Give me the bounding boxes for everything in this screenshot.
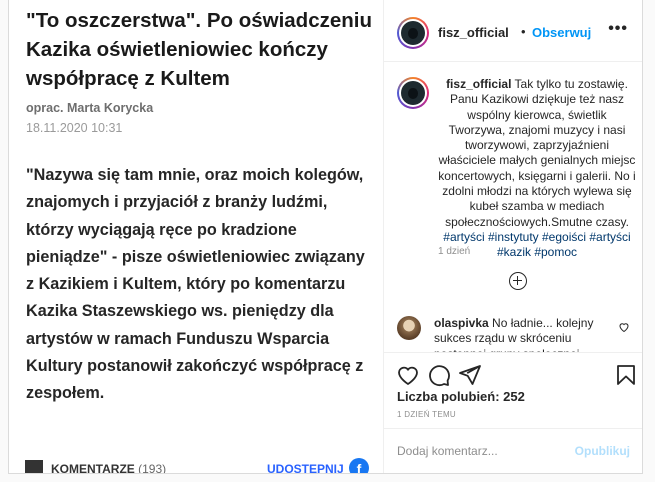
comment-icon[interactable] — [427, 363, 451, 387]
share-icon[interactable] — [458, 363, 482, 387]
article-comments-count: (193) — [138, 462, 167, 473]
post-actions: Liczba polubień: 252 1 DZIEŃ TEMU — [384, 352, 642, 432]
article-footer: KOMENTARZE (193) UDOSTĘPNIJ f — [23, 458, 383, 473]
header-separator: • — [521, 24, 526, 39]
caption-avatar[interactable] — [397, 77, 429, 109]
article-title: "To oszczerstwa". Po oświadczeniu Kazika… — [26, 9, 372, 90]
article-comments: KOMENTARZE (193) — [51, 462, 166, 473]
comment-input[interactable]: Dodaj komentarz... — [397, 444, 498, 458]
load-more-comments-icon[interactable] — [509, 272, 527, 290]
caption-text-block: fisz_official Tak tylko tu zostawię. Pan… — [438, 77, 636, 261]
post-image: "To oszczerstwa". Po oświadczeniu Kazika… — [9, 0, 384, 473]
article-author-name: Marta Korycka — [67, 101, 154, 115]
post-caption: fisz_official Tak tylko tu zostawię. Pan… — [384, 62, 642, 312]
caption-username[interactable]: fisz_official — [446, 77, 511, 91]
likes-count[interactable]: Liczba polubień: 252 — [397, 389, 525, 404]
heart-icon[interactable] — [396, 363, 420, 387]
caption-time: 1 dzień — [438, 246, 471, 257]
caption-text: Tak tylko tu zostawię. Panu Kazikowi dzi… — [438, 77, 636, 229]
article-date: 18.11.2020 10:31 — [26, 121, 123, 135]
avatar[interactable] — [397, 17, 429, 49]
post-header: fisz_official • Obserwuj ••• — [384, 0, 642, 62]
comment-username[interactable]: olaspivka — [434, 316, 489, 330]
article-body: "Nazywa się tam mnie, oraz moich kolegów… — [26, 166, 365, 403]
comment-text-block: olaspivka No ładnie... kolejny sukces rz… — [434, 316, 602, 352]
header-username[interactable]: fisz_official — [438, 25, 509, 40]
instagram-post-modal: "To oszczerstwa". Po oświadczeniu Kazika… — [8, 0, 643, 474]
facebook-icon: f — [349, 458, 369, 473]
comments-icon — [25, 460, 43, 473]
caption-hashtags[interactable]: #artyści #instytuty #egoiści #artyści #k… — [443, 230, 630, 259]
article-author: oprac. Marta Korycka — [26, 101, 153, 115]
comment-avatar[interactable] — [397, 316, 421, 340]
comment-item: olaspivka No ładnie... kolejny sukces rz… — [384, 312, 642, 352]
add-comment-bar: Dodaj komentarz... Opublikuj — [384, 428, 642, 474]
post-time: 1 DZIEŃ TEMU — [397, 410, 457, 419]
bookmark-icon[interactable] — [614, 363, 638, 387]
follow-button[interactable]: Obserwuj — [532, 25, 591, 40]
article-comments-label: KOMENTARZE — [51, 462, 135, 473]
comment-like-heart-icon[interactable] — [618, 321, 630, 333]
article-share-label: UDOSTĘPNIJ — [267, 462, 344, 473]
post-comment-button[interactable]: Opublikuj — [575, 444, 630, 458]
post-side-panel: fisz_official • Obserwuj ••• fisz_offici… — [384, 0, 642, 473]
more-options-icon[interactable]: ••• — [608, 20, 628, 38]
article-author-prefix: oprac. — [26, 101, 64, 115]
